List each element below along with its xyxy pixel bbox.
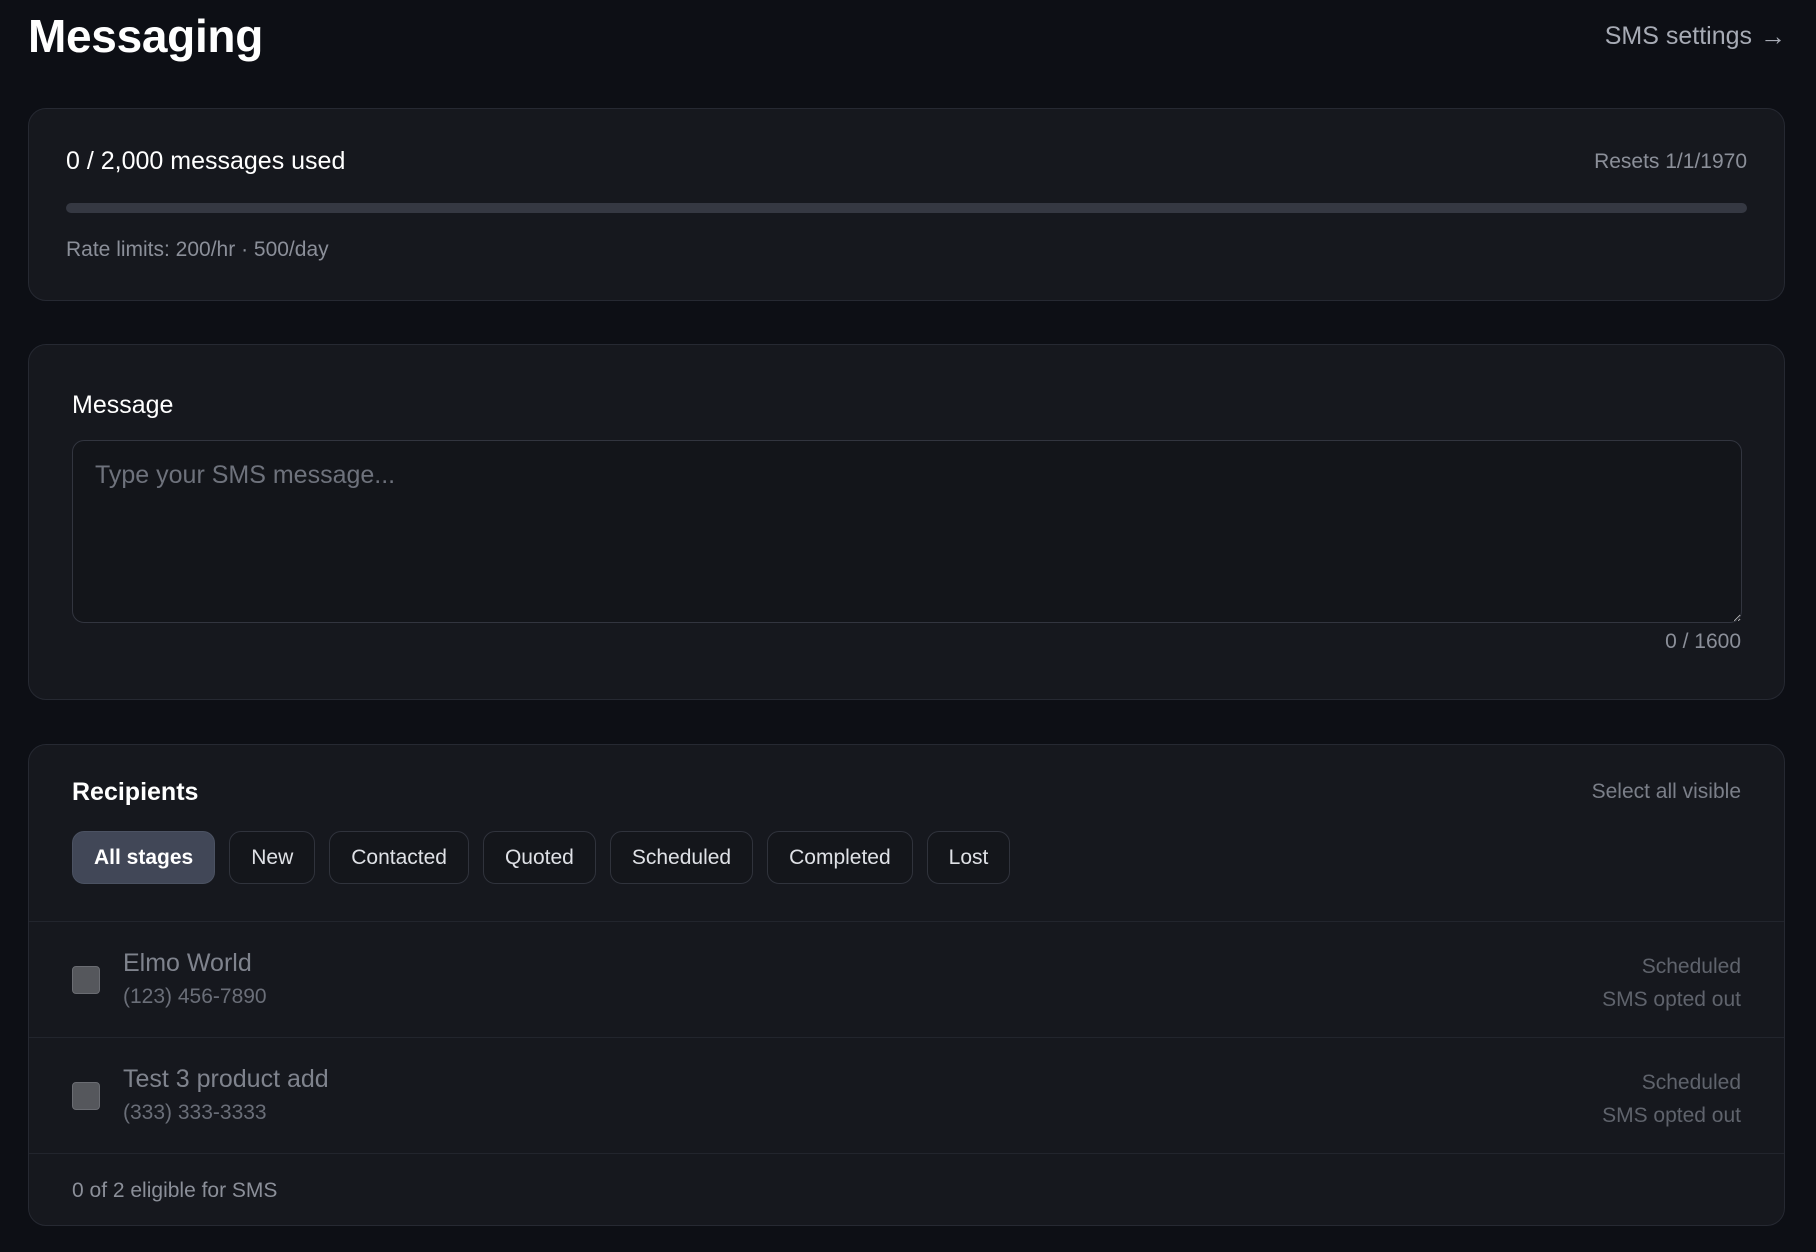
recipient-checkbox[interactable] bbox=[72, 1082, 100, 1110]
recipient-name: Test 3 product add bbox=[123, 1065, 329, 1093]
recipient-sms-status: SMS opted out bbox=[1602, 1104, 1741, 1127]
message-label: Message bbox=[72, 391, 174, 419]
character-count: 0 / 1600 bbox=[1665, 630, 1741, 653]
arrow-right-icon: → bbox=[1760, 20, 1786, 51]
recipient-stage: Scheduled bbox=[1641, 955, 1741, 978]
usage-summary: 0 / 2,000 messages used bbox=[66, 147, 346, 175]
recipient-list: Elmo World (123) 456-7890 Scheduled SMS … bbox=[29, 921, 1784, 1154]
stage-filter-group: All stages New Contacted Quoted Schedule… bbox=[72, 831, 1011, 884]
recipient-phone: (333) 333-3333 bbox=[123, 1101, 267, 1124]
stage-filter-contacted[interactable]: Contacted bbox=[329, 831, 469, 884]
recipient-checkbox[interactable] bbox=[72, 966, 100, 994]
message-card: Message 0 / 1600 bbox=[28, 344, 1785, 700]
sms-settings-label: SMS settings bbox=[1604, 21, 1752, 50]
usage-card: 0 / 2,000 messages used Resets 1/1/1970 … bbox=[28, 108, 1785, 301]
stage-filter-completed[interactable]: Completed bbox=[767, 831, 913, 884]
recipient-row: Test 3 product add (333) 333-3333 Schedu… bbox=[29, 1038, 1784, 1154]
stage-filter-quoted[interactable]: Quoted bbox=[482, 831, 596, 884]
stage-filter-lost[interactable]: Lost bbox=[926, 831, 1011, 884]
recipient-sms-status: SMS opted out bbox=[1602, 988, 1741, 1011]
page-title: Messaging bbox=[28, 10, 264, 62]
message-textarea[interactable] bbox=[72, 440, 1742, 623]
stage-filter-new[interactable]: New bbox=[229, 831, 316, 884]
sms-settings-link[interactable]: SMS settings → bbox=[1605, 21, 1786, 52]
recipient-row: Elmo World (123) 456-7890 Scheduled SMS … bbox=[29, 922, 1784, 1038]
rate-limits-text: Rate limits: 200/hr · 500/day bbox=[66, 238, 329, 261]
stage-filter-all-stages[interactable]: All stages bbox=[72, 831, 216, 884]
stage-filter-scheduled[interactable]: Scheduled bbox=[609, 831, 754, 884]
recipients-title: Recipients bbox=[72, 778, 199, 806]
recipient-stage: Scheduled bbox=[1641, 1071, 1741, 1094]
recipient-name: Elmo World bbox=[123, 949, 252, 977]
select-all-visible-button[interactable]: Select all visible bbox=[1592, 780, 1741, 804]
recipient-phone: (123) 456-7890 bbox=[123, 985, 267, 1008]
eligible-count: 0 of 2 eligible for SMS bbox=[72, 1179, 278, 1202]
page-header: Messaging SMS settings → bbox=[28, 10, 1786, 62]
usage-progress-bar bbox=[66, 203, 1747, 213]
messaging-page: Messaging SMS settings → 0 / 2,000 messa… bbox=[0, 0, 1816, 1252]
usage-reset-date: Resets 1/1/1970 bbox=[1594, 150, 1747, 173]
recipients-card: Recipients Select all visible All stages… bbox=[28, 744, 1785, 1226]
